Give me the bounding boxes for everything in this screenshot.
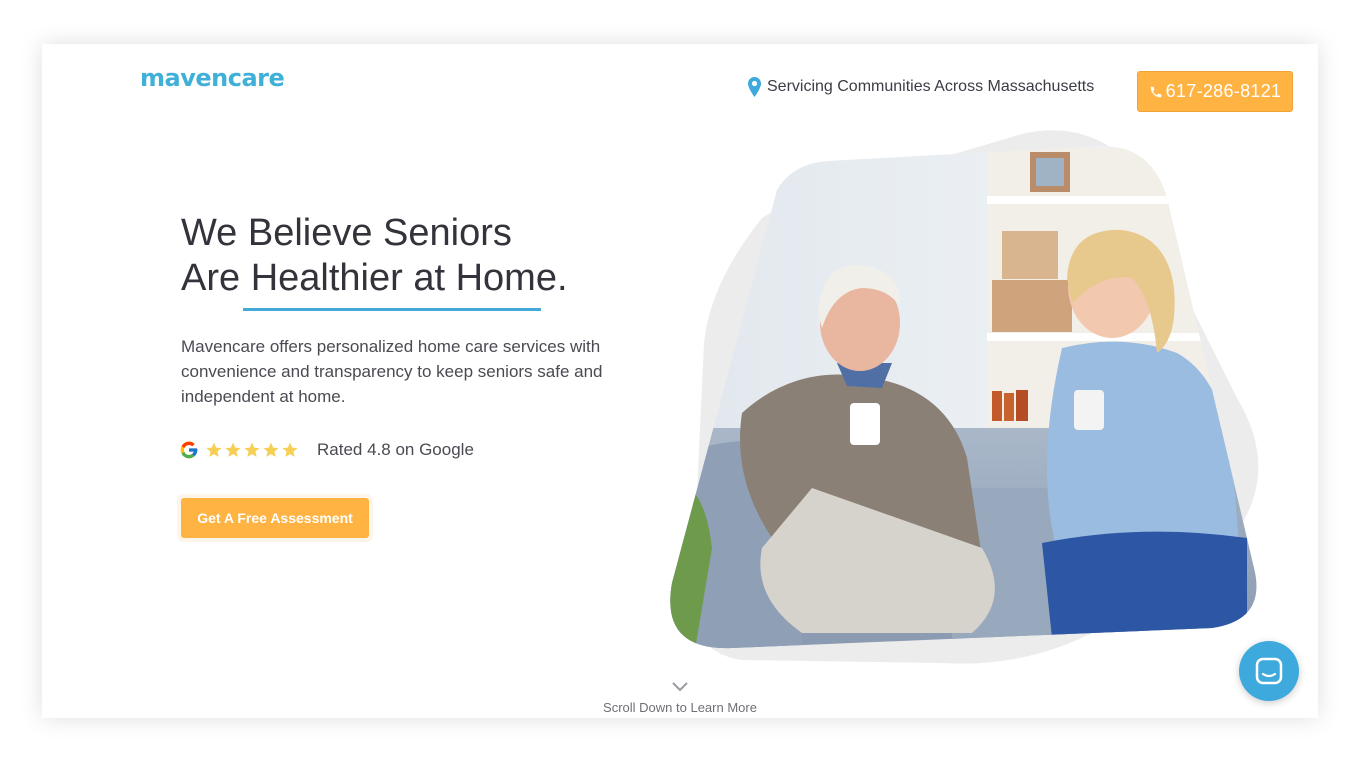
headline-line-2-prefix: Are (181, 257, 251, 299)
mavencare-logo[interactable]: mavencare (140, 64, 285, 92)
hero-headline: We Believe Seniors Are Healthier at Home… (181, 211, 568, 301)
hero-description: Mavencare offers personalized home care … (181, 337, 603, 406)
service-area-text: Servicing Communities Across Massachuset… (767, 78, 1095, 95)
rating-text: Rated 4.8 on Google (317, 440, 474, 459)
headline-underline (243, 308, 541, 311)
free-assessment-button[interactable]: Get A Free Assessment (181, 498, 369, 538)
headline-line-1: We Believe Seniors (181, 212, 512, 254)
star-icon (263, 442, 279, 457)
scroll-hint[interactable]: Scroll Down to Learn More (42, 680, 1318, 715)
page-frame: mavencare Servicing Communities Across M… (42, 44, 1318, 718)
star-icon (282, 442, 298, 457)
google-rating: Rated 4.8 on Google (179, 440, 474, 460)
phone-number: 617-286-8121 (1165, 81, 1282, 101)
map-pin-icon (748, 77, 761, 97)
chevron-down-icon (672, 682, 688, 692)
chat-launcher[interactable] (1239, 641, 1299, 701)
star-icon (244, 442, 260, 457)
star-icon (206, 442, 222, 457)
phone-button[interactable]: 617-286-8121 (1137, 71, 1293, 112)
headline-line-2-emphasis: Healthier at Home. (250, 257, 568, 299)
service-area: Servicing Communities Across Massachuset… (748, 77, 1094, 97)
hero-image (670, 130, 1259, 664)
scroll-down-text: Scroll Down to Learn More (603, 700, 757, 715)
star-icon (225, 442, 241, 457)
google-g-icon (180, 441, 198, 459)
phone-icon (1150, 86, 1161, 97)
chat-icon (1255, 657, 1283, 685)
rating-stars (205, 441, 299, 459)
